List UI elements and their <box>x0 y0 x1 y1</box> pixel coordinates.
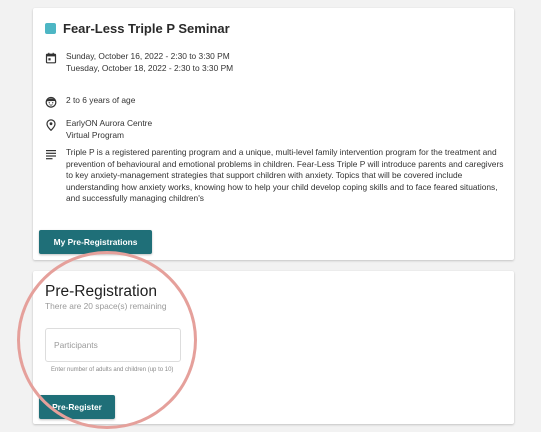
event-dates-row: Sunday, October 16, 2022 - 2:30 to 3:30 … <box>45 51 233 74</box>
event-age-row: 2 to 6 years of age <box>45 95 135 108</box>
child-face-icon <box>45 96 57 108</box>
event-title: Fear-Less Triple P Seminar <box>63 21 230 36</box>
event-description-row: Triple P is a registered parenting progr… <box>45 147 508 205</box>
event-color-swatch <box>45 23 56 34</box>
page: Fear-Less Triple P Seminar Sunday, Octob… <box>0 0 541 432</box>
participants-field-box <box>45 328 181 362</box>
text-lines-icon <box>45 148 57 160</box>
event-location-line: EarlyON Aurora Centre <box>66 118 153 128</box>
participants-helper-text: Enter number of adults and children (up … <box>51 367 174 373</box>
event-age: 2 to 6 years of age <box>66 95 136 105</box>
pre-registration-card: Pre-Registration There are 20 space(s) r… <box>33 271 514 424</box>
pre-register-button[interactable]: Pre-Register <box>39 395 115 419</box>
event-date-line: Tuesday, October 18, 2022 - 2:30 to 3:30… <box>66 62 234 73</box>
event-dates: Sunday, October 16, 2022 - 2:30 to 3:30 … <box>66 51 233 74</box>
location-pin-icon <box>45 119 57 131</box>
event-date-line: Sunday, October 16, 2022 - 2:30 to 3:30 … <box>66 51 230 61</box>
event-description: Triple P is a registered parenting progr… <box>66 147 504 204</box>
event-location-row: EarlyON Aurora Centre Virtual Program <box>45 118 152 141</box>
calendar-icon <box>45 52 57 64</box>
spaces-remaining-text: There are 20 space(s) remaining <box>45 301 167 311</box>
event-location-line: Virtual Program <box>66 129 125 140</box>
my-pre-registrations-button[interactable]: My Pre-Registrations <box>39 230 152 254</box>
pre-registration-title: Pre-Registration <box>45 283 157 300</box>
event-header: Fear-Less Triple P Seminar <box>45 21 230 36</box>
participants-input[interactable] <box>46 329 180 361</box>
event-details-card: Fear-Less Triple P Seminar Sunday, Octob… <box>33 8 514 260</box>
event-locations: EarlyON Aurora Centre Virtual Program <box>66 118 152 141</box>
